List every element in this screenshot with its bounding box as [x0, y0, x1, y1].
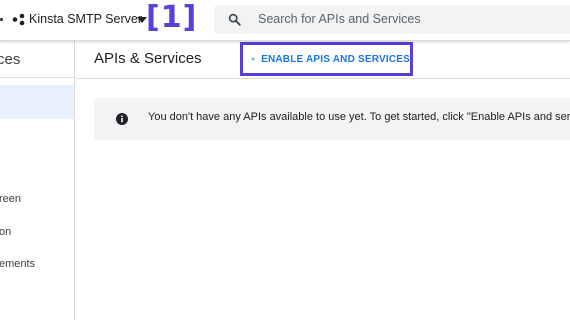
- info-icon: [116, 113, 128, 125]
- info-banner: You don't have any APIs available to use…: [94, 98, 570, 140]
- info-message: You don't have any APIs available to use…: [148, 111, 570, 123]
- sidebar-item-active[interactable]: [0, 85, 74, 119]
- annotation-label: [1]: [146, 0, 198, 35]
- top-bar: Kinsta SMTP Server [1]: [0, 0, 570, 41]
- enable-apis-label: ENABLE APIS AND SERVICES: [261, 53, 410, 65]
- search-input[interactable]: [258, 10, 558, 28]
- sidebar-divider: [0, 77, 74, 78]
- page-title: APIs & Services: [94, 50, 202, 67]
- sidebar-item-oauth-consent-screen[interactable]: reen: [0, 193, 21, 205]
- page-header: APIs & Services ENABLE APIS AND SERVICES: [75, 41, 570, 79]
- search-box[interactable]: [214, 5, 570, 34]
- plus-icon: [251, 57, 255, 61]
- search-icon[interactable]: [228, 13, 241, 26]
- sidebar-item-page-usage-agreements[interactable]: ements: [0, 258, 35, 270]
- project-name: Kinsta SMTP Server: [29, 12, 143, 26]
- enable-apis-button[interactable]: ENABLE APIS AND SERVICES: [240, 42, 413, 76]
- project-icon: [12, 13, 25, 26]
- sidebar-header: ces: [0, 51, 21, 68]
- project-picker[interactable]: Kinsta SMTP Server: [0, 7, 147, 33]
- sidebar: ces reen on ements: [0, 41, 75, 320]
- sidebar-item-domain-verification[interactable]: on: [0, 226, 11, 238]
